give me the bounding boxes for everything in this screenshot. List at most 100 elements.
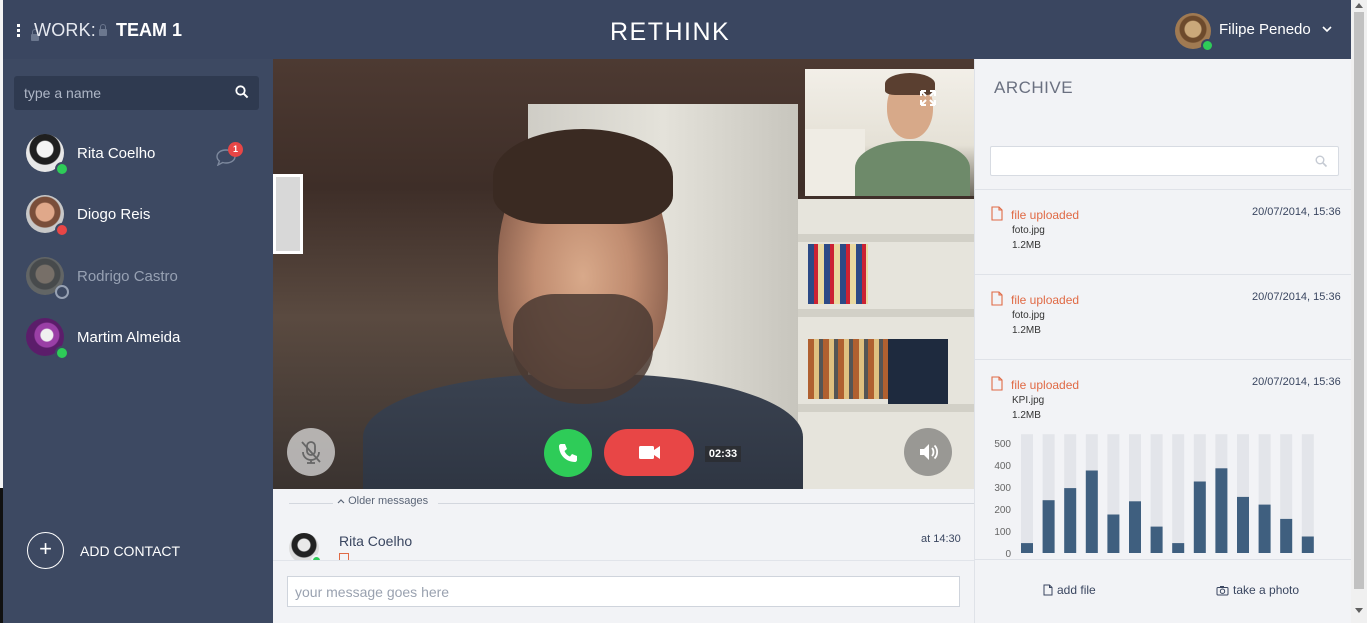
file-icon: [991, 376, 1003, 391]
older-messages-link[interactable]: Older messages: [273, 495, 974, 511]
archive-title: ARCHIVE: [994, 78, 1074, 97]
phone-icon: [559, 444, 577, 462]
remote-person-beard: [513, 294, 653, 404]
contact-item[interactable]: Rodrigo Castro: [3, 249, 273, 305]
message-sender: Rita Coelho: [339, 533, 413, 549]
plus-icon: +: [27, 532, 64, 569]
user-name[interactable]: Filipe Penedo: [1219, 21, 1311, 38]
bar: [1150, 526, 1163, 553]
archive-item[interactable]: file uploaded 20/07/2014, 15:36 foto.jpg…: [975, 274, 1352, 359]
take-photo-button[interactable]: take a photo: [1216, 583, 1299, 597]
archive-item-label: file uploaded: [1011, 208, 1080, 222]
bar: [1172, 543, 1185, 553]
take-photo-label: take a photo: [1233, 583, 1300, 597]
bar: [1021, 543, 1033, 553]
status-dot: [55, 162, 69, 176]
wall-frame: [273, 174, 303, 254]
bar-track: [1172, 434, 1185, 553]
archive-search-input[interactable]: [997, 147, 1307, 175]
end-call-button[interactable]: [544, 429, 592, 477]
contact-item[interactable]: Diogo Reis: [3, 187, 273, 243]
status-dot: [55, 223, 69, 237]
bar: [1193, 481, 1206, 553]
workspace-label[interactable]: WORK:: [34, 20, 96, 41]
contact-name: Rita Coelho: [77, 145, 156, 162]
y-tick-label: 100: [994, 527, 1011, 538]
camera-toggle-button[interactable]: [604, 429, 694, 476]
local-video-preview[interactable]: [805, 69, 974, 196]
message-thread: Older messages Rita Coelho at 14:30: [273, 489, 974, 560]
bar: [1064, 488, 1077, 553]
contacts-sidebar: Rita Coelho 1 Diogo Reis Rodrigo Castro …: [3, 59, 273, 623]
kpi-chart-svg: 0100200300400500: [994, 434, 1314, 560]
archive-item[interactable]: file uploaded 20/07/2014, 15:36 foto.jpg…: [975, 189, 1352, 274]
lock-icon: [99, 24, 107, 36]
remote-person-hair: [493, 129, 673, 224]
bar: [1301, 536, 1314, 553]
y-tick-label: 400: [994, 461, 1011, 472]
archive-item-date: 20/07/2014, 15:36: [1252, 376, 1341, 388]
add-file-button[interactable]: add file: [1043, 583, 1096, 597]
file-icon: [339, 553, 349, 560]
unread-badge: 1: [228, 142, 243, 157]
contact-name: Diogo Reis: [77, 206, 151, 223]
user-status-dot: [1201, 39, 1214, 52]
y-tick-label: 200: [994, 505, 1011, 516]
camera-icon: [1216, 586, 1229, 596]
contact-search-input[interactable]: [24, 76, 224, 110]
expand-icon[interactable]: [919, 89, 937, 107]
message-time: at 14:30: [921, 533, 961, 545]
app-window: WORK: TEAM 1 RETHINK Filipe Penedo Rita …: [0, 0, 1367, 623]
bar: [1237, 496, 1249, 553]
search-icon[interactable]: [235, 85, 249, 99]
menu-icon[interactable]: [17, 24, 21, 38]
call-timer: 02:33: [705, 446, 741, 462]
status-dot: [55, 346, 69, 360]
bar-track: [1021, 434, 1033, 553]
message-composer: [273, 560, 974, 623]
bar-track: [1301, 434, 1314, 553]
kpi-bar-chart: 0 100 200 300 400 500: [975, 431, 1352, 563]
file-icon: [1043, 584, 1053, 596]
bar: [1129, 501, 1141, 553]
y-tick-label: 300: [994, 483, 1011, 494]
scroll-up-arrow-icon[interactable]: [1355, 3, 1363, 8]
add-file-label: add file: [1057, 583, 1096, 597]
contact-item[interactable]: Martim Almeida: [3, 310, 273, 366]
user-avatar[interactable]: [1175, 13, 1214, 52]
archive-item-filename[interactable]: foto.jpg: [1012, 310, 1045, 321]
bar: [1107, 514, 1120, 553]
contact-item[interactable]: Rita Coelho 1: [3, 126, 273, 182]
archive-item-filename[interactable]: KPI.jpg: [1012, 395, 1044, 406]
y-tick-label: 500: [994, 439, 1011, 450]
archive-item-filename[interactable]: foto.jpg: [1012, 225, 1045, 236]
add-contact-label: ADD CONTACT: [80, 543, 181, 559]
bar: [1280, 518, 1293, 553]
search-icon[interactable]: [1315, 155, 1328, 168]
video-camera-icon: [639, 446, 660, 459]
archive-actions: add file take a photo: [975, 559, 1352, 623]
volume-icon: [920, 444, 939, 460]
archive-item-size: 1.2MB: [1012, 240, 1041, 251]
scrollbar-thumb[interactable]: [1354, 12, 1364, 589]
archive-item-date: 20/07/2014, 15:36: [1252, 291, 1341, 303]
file-icon: [991, 206, 1003, 221]
chevron-down-icon[interactable]: [1321, 22, 1333, 34]
archive-item-size: 1.2MB: [1012, 325, 1041, 336]
message-input[interactable]: [287, 576, 960, 607]
chevron-up-icon: [337, 499, 345, 504]
add-contact-button[interactable]: + ADD CONTACT: [27, 532, 227, 569]
archive-item-date: 20/07/2014, 15:36: [1252, 206, 1341, 218]
contact-search: [14, 76, 259, 110]
bar: [1215, 468, 1228, 553]
scroll-down-arrow-icon[interactable]: [1355, 608, 1363, 613]
mute-button[interactable]: [287, 428, 335, 476]
volume-button[interactable]: [904, 428, 952, 476]
page-scrollbar[interactable]: [1351, 0, 1367, 623]
team-label[interactable]: TEAM 1: [116, 20, 182, 41]
archive-item-label: file uploaded: [1011, 378, 1080, 392]
older-messages-label: Older messages: [337, 495, 428, 507]
bar: [1085, 470, 1098, 553]
bar: [1042, 500, 1055, 553]
status-dot: [55, 285, 69, 299]
